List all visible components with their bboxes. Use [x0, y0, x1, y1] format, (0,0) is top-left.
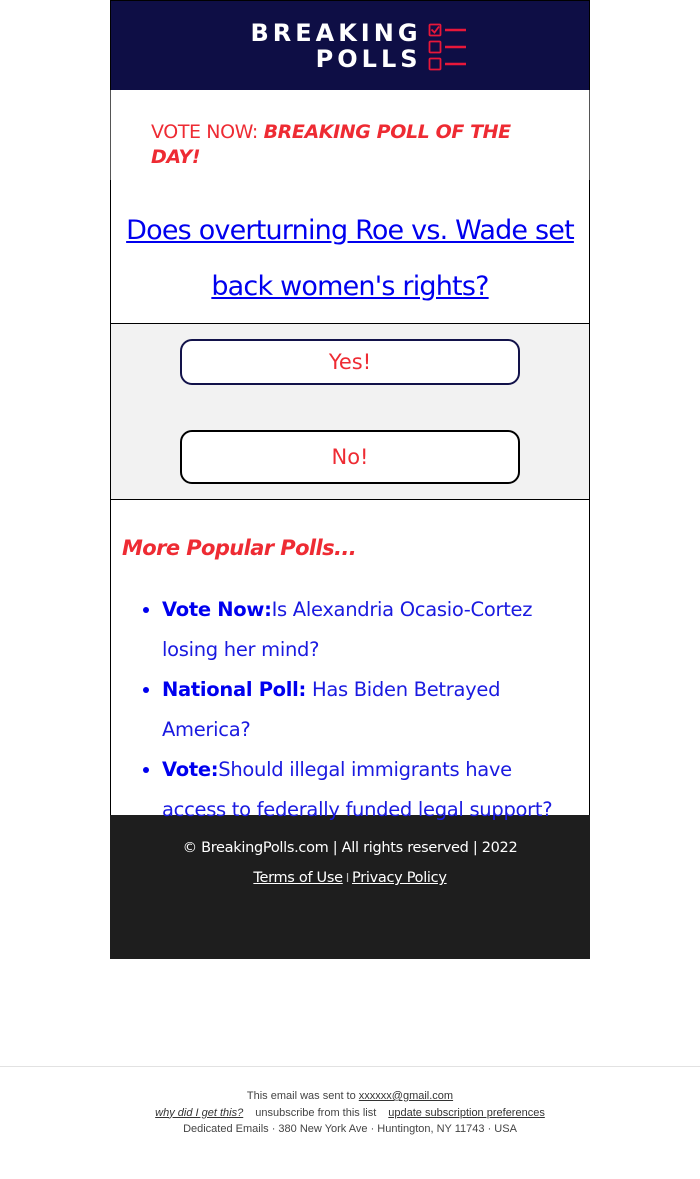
privacy-policy-link[interactable]: Privacy Policy [352, 870, 447, 886]
footer-separator: I [345, 871, 350, 885]
checklist-icon [428, 23, 466, 70]
list-item: National Poll: Has Biden Betrayed Americ… [162, 670, 579, 750]
vote-no-button[interactable]: No! [180, 430, 520, 484]
list-item: Vote:Should illegal immigrants have acce… [162, 750, 579, 830]
logo-text: BREAKING POLLS [250, 20, 421, 72]
vote-yes-button[interactable]: Yes! [180, 339, 520, 385]
logo-line-1: BREAKING [250, 18, 422, 47]
recipient-email-link[interactable]: xxxxxx@gmail.com [359, 1090, 453, 1102]
more-polls-list: Vote Now:Is Alexandria Ocasio-Cortez los… [122, 590, 579, 830]
copyright-text: © BreakingPolls.com | All rights reserve… [182, 840, 518, 856]
divider [0, 1066, 700, 1067]
poll-prefix: Vote Now: [162, 598, 272, 621]
subscription-links: why did I get this? unsubscribe from this… [0, 1105, 700, 1122]
poll-link-biden[interactable]: National Poll: Has Biden Betrayed Americ… [162, 678, 500, 741]
kicker-prefix: VOTE NOW: [151, 121, 264, 143]
poll-question-link[interactable]: Does overturning Roe vs. Wade set back w… [126, 215, 575, 302]
unsubscribe-link[interactable]: unsubscribe from this list [255, 1107, 376, 1119]
logo[interactable]: BREAKING POLLS [250, 20, 467, 72]
more-polls-title: More Popular Polls... [122, 536, 357, 560]
sent-to-prefix: This email was sent to [246, 1090, 359, 1102]
list-item: Vote Now:Is Alexandria Ocasio-Cortez los… [162, 590, 579, 670]
kicker-section: VOTE NOW: BREAKING POLL OF THE DAY! [110, 90, 590, 180]
poll-text: Should illegal immigrants have access to… [162, 758, 553, 821]
poll-prefix: National Poll: [162, 678, 307, 701]
terms-of-use-link[interactable]: Terms of Use [253, 870, 343, 886]
sender-address: Dedicated Emails · 380 New York Ave · Hu… [183, 1123, 517, 1135]
email-body: BREAKING POLLS VOTE NOW: BREAKING POLL O… [110, 0, 590, 959]
why-did-i-get-this-link[interactable]: why did I get this? [155, 1107, 243, 1119]
poll-link-aoc[interactable]: Vote Now:Is Alexandria Ocasio-Cortez los… [162, 598, 533, 661]
poll-prefix: Vote: [162, 758, 219, 781]
update-preferences-link[interactable]: update subscription preferences [388, 1107, 545, 1119]
header-banner: BREAKING POLLS [110, 0, 590, 90]
sent-to-line: This email was sent to xxxxxx@gmail.com [0, 1088, 700, 1105]
email-meta-footer: This email was sent to xxxxxx@gmail.com … [0, 1088, 700, 1138]
more-polls-section: More Popular Polls... Vote Now:Is Alexan… [110, 500, 590, 821]
kicker-headline: VOTE NOW: BREAKING POLL OF THE DAY! [151, 120, 519, 170]
site-footer: © BreakingPolls.com | All rights reserve… [110, 815, 590, 959]
footer-links: Terms of Use I Privacy Policy [110, 868, 590, 888]
question-section: Does overturning Roe vs. Wade set back w… [110, 180, 590, 324]
answers-section: Yes! No! [110, 324, 590, 500]
poll-link-immigrants[interactable]: Vote:Should illegal immigrants have acce… [162, 758, 553, 821]
logo-line-2: POLLS [315, 44, 422, 73]
